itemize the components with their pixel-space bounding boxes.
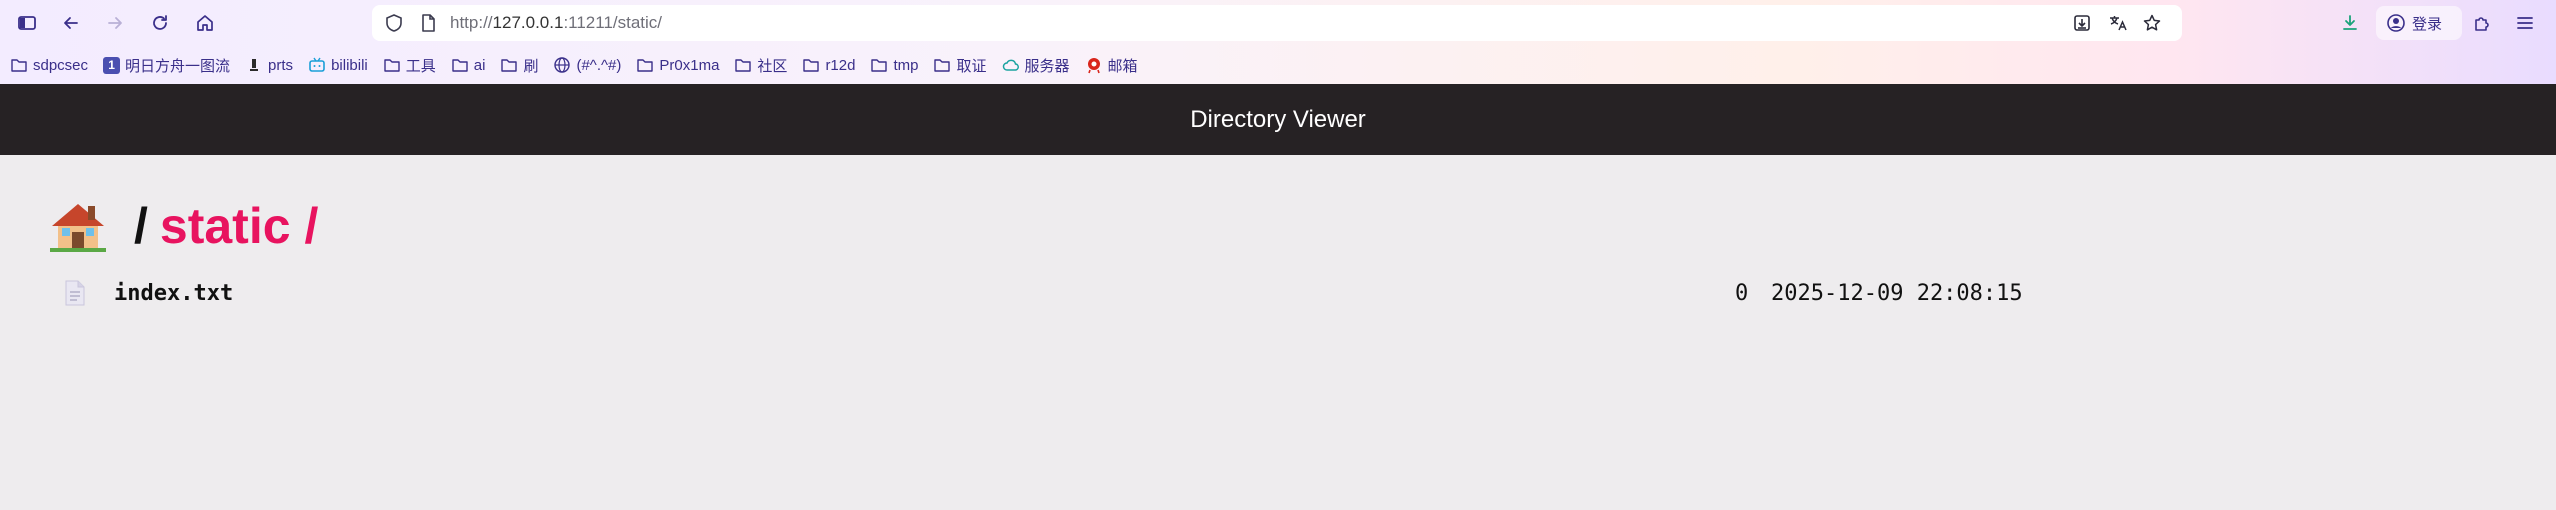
bookmark-item[interactable]: (#^.^#) [553, 56, 621, 74]
bookmark-item[interactable]: sdpcsec [10, 56, 88, 74]
menu-icon[interactable] [2508, 6, 2542, 40]
folder-icon [451, 56, 469, 74]
save-page-icon[interactable] [2072, 13, 2092, 33]
bookmark-label: (#^.^#) [576, 56, 622, 74]
bookmark-label: bilibili [331, 56, 368, 74]
bookmark-item[interactable]: r12d [802, 56, 855, 74]
breadcrumb-current-dir[interactable]: static [160, 197, 291, 255]
bookmark-label: 刷 [523, 57, 539, 75]
folder-icon [383, 56, 401, 74]
site-badge-icon: 1 [103, 56, 121, 74]
browser-chrome: http://127.0.0.1:11211/static/ 登录 sdpcse… [0, 0, 2556, 84]
home-house-icon[interactable] [50, 200, 106, 252]
bookmark-label: ai [473, 56, 486, 74]
breadcrumb: / static / [50, 196, 318, 256]
bookmark-item[interactable]: 工具 [383, 55, 436, 76]
site-icon [245, 56, 263, 74]
star-icon[interactable] [2142, 13, 2162, 33]
back-icon[interactable] [54, 6, 88, 40]
sidebar-icon[interactable] [10, 6, 44, 40]
extensions-icon[interactable] [2465, 6, 2499, 40]
bookmark-item[interactable]: ai [451, 56, 486, 74]
forward-icon[interactable] [98, 6, 132, 40]
folder-icon [734, 56, 752, 74]
file-modified-date: 2025-12-09 22:08:15 [1771, 281, 2023, 306]
shield-icon[interactable] [384, 13, 404, 33]
bookmarks-bar: sdpcsec 1 明日方舟一图流 prts bilibili 工具 ai 刷 (#^.^#) P… [0, 52, 2556, 78]
folder-icon [10, 56, 28, 74]
bookmark-item[interactable]: tmp [870, 56, 918, 74]
bookmark-item[interactable]: bilibili [308, 56, 368, 74]
bookmark-label: 明日方舟一图流 [125, 57, 231, 75]
bilibili-icon [308, 56, 326, 74]
bookmark-label: 服务器 [1024, 57, 1070, 75]
bookmark-item[interactable]: 服务器 [1002, 55, 1070, 76]
bookmark-label: r12d [825, 56, 856, 74]
home-icon[interactable] [188, 6, 222, 40]
bookmark-item[interactable]: 邮箱 [1085, 55, 1138, 76]
folder-icon [933, 56, 951, 74]
bookmark-item[interactable]: 1 明日方舟一图流 [103, 55, 230, 76]
folder-icon [500, 56, 518, 74]
breadcrumb-trailing-separator: / [304, 198, 319, 254]
globe-icon [553, 56, 571, 74]
file-icon [65, 280, 85, 306]
translate-icon[interactable] [2108, 13, 2128, 33]
cloud-icon [1002, 56, 1020, 74]
navigation-toolbar: http://127.0.0.1:11211/static/ 登录 [0, 0, 2556, 46]
bookmark-item[interactable]: Pr0x1ma [636, 56, 719, 74]
url-text[interactable]: http://127.0.0.1:11211/static/ [450, 13, 662, 33]
bookmark-label: 社区 [757, 57, 788, 75]
file-row[interactable]: index.txt 0 2025-12-09 22:08:15 [60, 278, 2040, 310]
bookmark-item[interactable]: 刷 [500, 55, 538, 76]
url-host: 127.0.0.1 [492, 13, 564, 32]
bookmark-label: 工具 [405, 57, 436, 75]
folder-icon [636, 56, 654, 74]
bookmark-label: 邮箱 [1107, 57, 1138, 75]
bookmark-item[interactable]: 社区 [734, 55, 787, 76]
reload-icon[interactable] [143, 6, 177, 40]
file-name[interactable]: index.txt [114, 281, 233, 306]
url-path: :11211/static/ [563, 13, 663, 32]
folder-icon [870, 56, 888, 74]
bookmark-item[interactable]: 取证 [933, 55, 987, 76]
file-size: 0 [1735, 281, 1749, 306]
download-icon[interactable] [2333, 6, 2367, 40]
bookmark-label: tmp [893, 56, 919, 74]
breadcrumb-separator: / [134, 198, 148, 254]
bookmark-label: Pr0x1ma [659, 56, 720, 74]
bookmark-label: prts [268, 56, 294, 74]
mail-icon [1085, 56, 1103, 74]
bookmark-item[interactable]: prts [245, 56, 293, 74]
login-button[interactable]: 登录 [2376, 6, 2462, 40]
login-label: 登录 [2412, 15, 2443, 33]
bookmark-label: sdpcsec [33, 56, 89, 74]
bookmark-label: 取证 [956, 57, 987, 75]
url-scheme: http:// [450, 13, 493, 32]
page-title: Directory Viewer [1190, 105, 1366, 133]
address-bar[interactable]: http://127.0.0.1:11211/static/ [372, 5, 2182, 41]
page-header: Directory Viewer [0, 84, 2556, 155]
account-icon [2387, 14, 2405, 32]
folder-icon [802, 56, 820, 74]
page-icon[interactable] [418, 13, 438, 33]
